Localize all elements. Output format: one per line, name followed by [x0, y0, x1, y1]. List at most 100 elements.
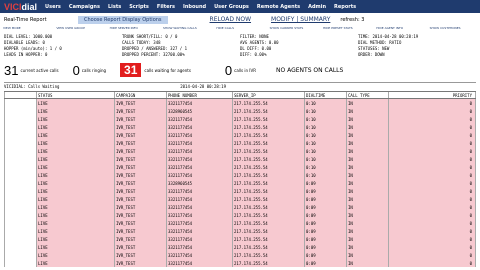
table-cell-priority: 0 — [388, 163, 476, 171]
table-cell-priority: 0 — [388, 123, 476, 131]
table-row[interactable]: LIVE IVR_TEST 3321177454 217.174.255.54 0:10… — [4, 171, 476, 179]
vicidial-logo[interactable]: VICIdial — [0, 2, 41, 12]
table-row[interactable]: LIVE IVR_TEST 3321177454 217.174.255.54 0:10… — [4, 147, 476, 155]
table-cell-priority: 0 — [388, 131, 476, 139]
table-row[interactable]: LIVE IVR_TEST 3321177454 217.174.255.54 0:09… — [4, 243, 476, 251]
table-cell-server-ip: 217.174.255.54 — [232, 131, 304, 139]
table-cell-server-ip: 217.174.255.54 — [232, 251, 304, 259]
table-row[interactable]: LIVE IVR_TEST 3321177454 217.174.255.54 0:10… — [4, 99, 476, 107]
table-row[interactable]: LIVE IVR_TEST 3328960545 217.174.255.54 0:10… — [4, 107, 476, 115]
table-cell-phone-number: 3321177454 — [166, 219, 232, 227]
nav-item-user-groups[interactable]: User Groups — [210, 4, 253, 10]
option-link-show-waiting-calls[interactable]: SHOW WAITING CALLS — [160, 26, 213, 32]
table-cell-campaign: IVR_TEST — [114, 259, 166, 267]
nav-item-lists[interactable]: Lists — [104, 4, 125, 10]
table-cell-campaign: IVR_TEST — [114, 203, 166, 211]
option-link-hide-preset-stats[interactable]: HIDE PRESET STATS — [320, 26, 373, 32]
table-row[interactable]: LIVE IVR_TEST 3321177454 217.174.255.54 0:09… — [4, 203, 476, 211]
option-link-show-custphones[interactable]: SHOW CUSTPHONES — [427, 26, 480, 32]
column-header-server-ip[interactable]: SERVER_IP — [232, 92, 304, 98]
table-row[interactable]: LIVE IVR_TEST 3321177454 217.174.255.54 0:10… — [4, 123, 476, 131]
table-cell-priority: 0 — [388, 139, 476, 147]
nav-item-admin[interactable]: Admin — [304, 4, 330, 10]
row-spacer — [4, 123, 36, 131]
table-cell-priority: 0 — [388, 195, 476, 203]
refresh-selector[interactable]: refresh: 3 — [340, 17, 364, 23]
table-row[interactable]: LIVE IVR_TEST 3321177454 217.174.255.54 0:09… — [4, 211, 476, 219]
table-row[interactable]: LIVE IVR_TEST 3321177454 217.174.255.54 0:09… — [4, 187, 476, 195]
table-cell-phone-number: 3321177454 — [166, 195, 232, 203]
table-cell-dialtime: 0:09 — [304, 195, 346, 203]
table-cell-campaign: IVR_TEST — [114, 155, 166, 163]
page-title: Real-Time Report — [4, 16, 47, 23]
table-row[interactable]: LIVE IVR_TEST 3321177454 217.174.255.54 0:10… — [4, 115, 476, 123]
option-link-hide-calls[interactable]: HIDE CALLS — [213, 26, 266, 32]
table-cell-dialtime: 0:10 — [304, 163, 346, 171]
table-row[interactable]: LIVE IVR_TEST 3321177454 217.174.255.54 0:09… — [4, 259, 476, 267]
modify-summary-link[interactable]: MODIFY | SUMMARY — [271, 16, 330, 23]
table-cell-campaign: IVR_TEST — [114, 115, 166, 123]
table-cell-call-type: IN — [346, 115, 388, 123]
option-link-hide-server-info[interactable]: HIDE SERVER INFO — [107, 26, 160, 32]
table-row[interactable]: LIVE IVR_TEST 3328960545 217.174.255.54 0:09… — [4, 179, 476, 187]
table-cell-call-type: IN — [346, 251, 388, 259]
table-row[interactable]: LIVE IVR_TEST 3321177454 217.174.255.54 0:10… — [4, 163, 476, 171]
table-cell-call-type: IN — [346, 219, 388, 227]
table-cell-dialtime: 0:09 — [304, 243, 346, 251]
table-row[interactable]: LIVE IVR_TEST 3321177454 217.174.255.54 0:10… — [4, 155, 476, 163]
row-spacer — [4, 243, 36, 251]
option-link-view-more[interactable]: VIEW MORE — [0, 26, 53, 32]
table-cell-status: LIVE — [36, 139, 114, 147]
table-cell-server-ip: 217.174.255.54 — [232, 139, 304, 147]
column-header-phone-number[interactable]: PHONE NUMBER — [166, 92, 232, 98]
option-link-view-user-group[interactable]: VIEW USER GROUP — [53, 26, 106, 32]
table-row[interactable]: LIVE IVR_TEST 3321177454 217.174.255.54 0:10… — [4, 139, 476, 147]
table-cell-server-ip: 217.174.255.54 — [232, 219, 304, 227]
table-cell-dialtime: 0:09 — [304, 203, 346, 211]
active-calls-label: current active calls — [20, 67, 59, 73]
table-cell-phone-number: 3321177454 — [166, 259, 232, 267]
table-cell-dialtime: 0:10 — [304, 171, 346, 179]
table-cell-dialtime: 0:09 — [304, 235, 346, 243]
table-cell-phone-number: 3321177454 — [166, 211, 232, 219]
stat-item: LEADS IN HOPPER: 0 — [4, 52, 48, 57]
table-cell-campaign: IVR_TEST — [114, 139, 166, 147]
calls-waiting-time: 2014-04-28 00:28:19 — [180, 84, 226, 89]
nav-item-inbound[interactable]: Inbound — [179, 4, 210, 10]
table-cell-priority: 0 — [388, 179, 476, 187]
reload-now-link[interactable]: RELOAD NOW — [210, 16, 251, 23]
nav-item-campaigns[interactable]: Campaigns — [65, 4, 104, 10]
table-cell-priority: 0 — [388, 115, 476, 123]
table-cell-status: LIVE — [36, 123, 114, 131]
nav-item-reports[interactable]: Reports — [330, 4, 360, 10]
column-header-status[interactable]: STATUS — [36, 92, 114, 98]
table-cell-dialtime: 0:10 — [304, 139, 346, 147]
column-header-call-type[interactable]: CALL TYPE — [346, 92, 388, 98]
nav-item-users[interactable]: Users — [41, 4, 65, 10]
nav-item-filters[interactable]: Filters — [153, 4, 179, 10]
column-header-campaign[interactable]: CAMPAIGN — [114, 92, 166, 98]
table-cell-status: LIVE — [36, 163, 114, 171]
nav-item-scripts[interactable]: Scripts — [125, 4, 153, 10]
table-row[interactable]: LIVE IVR_TEST 3321177454 217.174.255.54 0:09… — [4, 195, 476, 203]
choose-display-options-button[interactable]: Choose Report Display Options — [78, 15, 168, 24]
nav-item-remote-agents[interactable]: Remote Agents — [253, 4, 304, 10]
table-row[interactable]: LIVE IVR_TEST 3321177454 217.174.255.54 0:09… — [4, 219, 476, 227]
table-cell-call-type: IN — [346, 211, 388, 219]
column-header-dialtime[interactable]: DIALTIME — [304, 92, 346, 98]
table-cell-status: LIVE — [36, 99, 114, 107]
row-spacer — [4, 195, 36, 203]
table-row[interactable]: LIVE IVR_TEST 3321177454 217.174.255.54 0:09… — [4, 251, 476, 259]
table-row[interactable]: LIVE IVR_TEST 3321177454 217.174.255.54 0:09… — [4, 227, 476, 235]
option-link-hide-agent-info[interactable]: HIDE AGENT INFO — [373, 26, 426, 32]
table-row[interactable]: LIVE IVR_TEST 3321177454 217.174.255.54 0:10… — [4, 131, 476, 139]
table-cell-server-ip: 217.174.255.54 — [232, 171, 304, 179]
nav-menu: Users Campaigns Lists Scripts Filters Inbound… — [41, 4, 360, 10]
option-link-show-carrier-stats[interactable]: SHOW CARRIER STATS — [267, 26, 320, 32]
column-header-priority[interactable]: PRIORITY — [388, 92, 476, 98]
table-cell-status: LIVE — [36, 203, 114, 211]
table-cell-call-type: IN — [346, 163, 388, 171]
table-cell-status: LIVE — [36, 235, 114, 243]
table-cell-dialtime: 0:10 — [304, 131, 346, 139]
table-row[interactable]: LIVE IVR_TEST 3321177454 217.174.255.54 0:09… — [4, 235, 476, 243]
